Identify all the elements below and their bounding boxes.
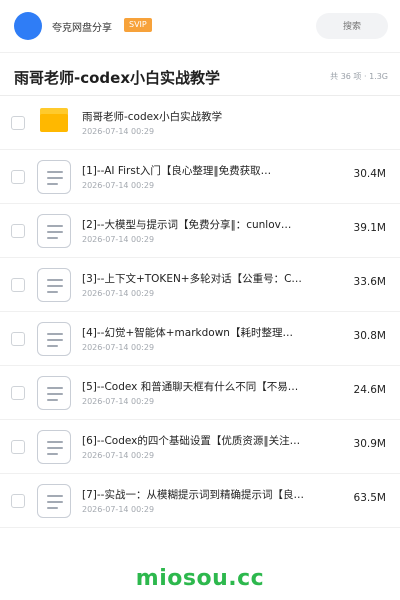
- document-icon: [37, 268, 71, 302]
- page-title: 雨哥老师-codex小白实战教学: [14, 69, 221, 87]
- item-name: [7]--实战一：从模糊提示词到精确提示词【良心整…: [82, 489, 312, 501]
- file-list: 雨哥老师-codex小白实战教学 2026-07-14 00:29 [1]--A…: [0, 96, 400, 528]
- select-checkbox[interactable]: [11, 494, 25, 508]
- select-checkbox[interactable]: [11, 440, 25, 454]
- search-input[interactable]: [316, 13, 388, 39]
- item-date: 2026-07-14 00:29: [82, 451, 155, 460]
- item-date: 2026-07-14 00:29: [82, 127, 155, 136]
- item-size: 30.9M: [353, 438, 386, 450]
- item-size: 63.5M: [353, 492, 386, 504]
- app-name: 夸克网盘分享: [52, 23, 112, 34]
- select-checkbox[interactable]: [11, 170, 25, 184]
- item-name: [2]--大模型与提示词【免费分享‖：cunlov…: [82, 219, 292, 231]
- document-icon: [37, 430, 71, 464]
- document-icon: [37, 322, 71, 356]
- select-checkbox[interactable]: [11, 116, 25, 130]
- item-size: 33.6M: [353, 276, 386, 288]
- item-size: 30.4M: [353, 168, 386, 180]
- item-date: 2026-07-14 00:29: [82, 289, 155, 298]
- document-icon: [37, 484, 71, 518]
- svip-badge: SVIP: [124, 18, 152, 32]
- list-item[interactable]: [4]--幻觉+智能体+markdown【耗时整理… 2026-07-14 00…: [0, 312, 400, 366]
- item-date: 2026-07-14 00:29: [82, 505, 155, 514]
- list-item[interactable]: [7]--实战一：从模糊提示词到精确提示词【良心整… 2026-07-14 00…: [0, 474, 400, 528]
- item-name: 雨哥老师-codex小白实战教学: [82, 111, 223, 123]
- list-item[interactable]: [3]--上下文+TOKEN+多轮对话【公重号：C… 2026-07-14 00…: [0, 258, 400, 312]
- item-size: 39.1M: [353, 222, 386, 234]
- list-item[interactable]: [2]--大模型与提示词【免费分享‖：cunlov… 2026-07-14 00…: [0, 204, 400, 258]
- document-icon: [37, 160, 71, 194]
- item-date: 2026-07-14 00:29: [82, 235, 155, 244]
- watermark: miosou.cc: [135, 566, 265, 591]
- list-item[interactable]: [5]--Codex 和普通聊天框有什么不同【不易… 2026-07-14 00…: [0, 366, 400, 420]
- folder-header: 雨哥老师-codex小白实战教学 共 36 项 · 1.3G: [0, 52, 400, 96]
- list-item[interactable]: [1]--AI First入门【良心整理‖免费获取… 2026-07-14 00…: [0, 150, 400, 204]
- list-item[interactable]: [6]--Codex的四个基础设置【优质资源‖关注… 2026-07-14 00…: [0, 420, 400, 474]
- folder-meta: 共 36 项 · 1.3G: [330, 72, 388, 81]
- item-size: 30.8M: [353, 330, 386, 342]
- item-date: 2026-07-14 00:29: [82, 397, 155, 406]
- item-name: [3]--上下文+TOKEN+多轮对话【公重号：C…: [82, 273, 302, 285]
- top-bar: 夸克网盘分享 SVIP: [0, 0, 400, 52]
- document-icon: [37, 214, 71, 248]
- item-name: [1]--AI First入门【良心整理‖免费获取…: [82, 165, 272, 177]
- list-item[interactable]: 雨哥老师-codex小白实战教学 2026-07-14 00:29: [0, 96, 400, 150]
- select-checkbox[interactable]: [11, 332, 25, 346]
- folder-icon: [40, 108, 68, 132]
- item-date: 2026-07-14 00:29: [82, 343, 155, 352]
- avatar[interactable]: [14, 12, 42, 40]
- item-name: [6]--Codex的四个基础设置【优质资源‖关注…: [82, 435, 301, 447]
- select-checkbox[interactable]: [11, 278, 25, 292]
- select-checkbox[interactable]: [11, 386, 25, 400]
- document-icon: [37, 376, 71, 410]
- item-date: 2026-07-14 00:29: [82, 181, 155, 190]
- item-name: [5]--Codex 和普通聊天框有什么不同【不易…: [82, 381, 299, 393]
- item-name: [4]--幻觉+智能体+markdown【耗时整理…: [82, 327, 293, 339]
- select-checkbox[interactable]: [11, 224, 25, 238]
- item-size: 24.6M: [353, 384, 386, 396]
